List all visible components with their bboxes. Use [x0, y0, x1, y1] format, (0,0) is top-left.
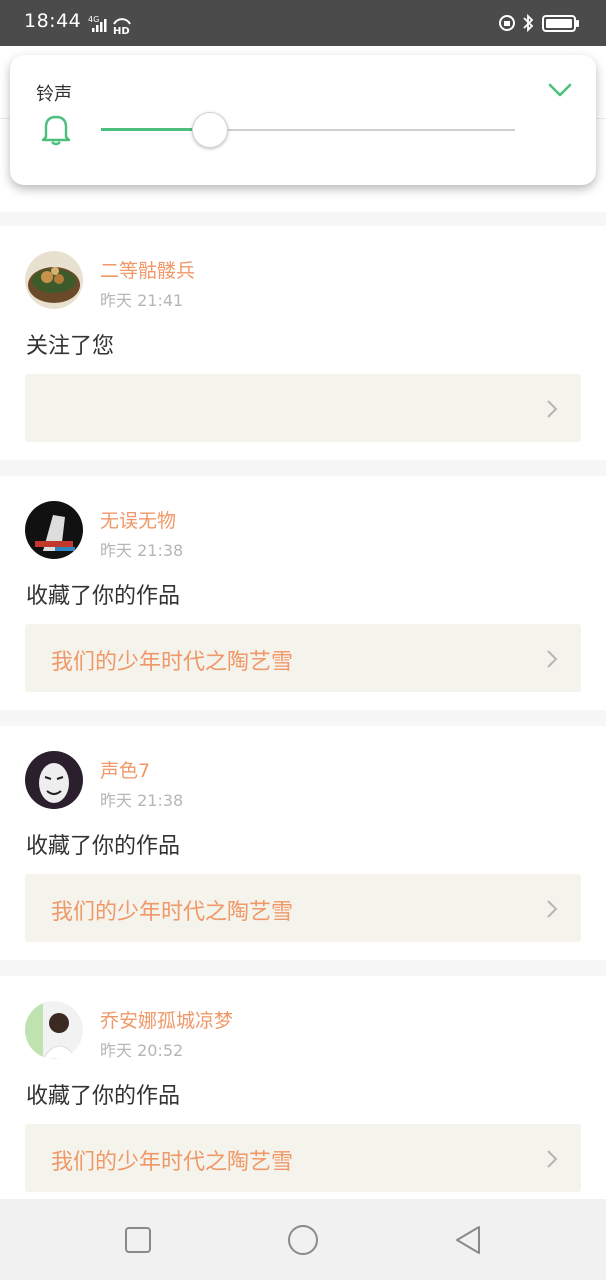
username[interactable]: 无误无物 [100, 506, 176, 533]
work-link[interactable]: 我们的少年时代之陶艺雪 [25, 1124, 581, 1192]
home-icon[interactable] [286, 1223, 320, 1257]
volume-slider[interactable] [101, 112, 515, 148]
recent-apps-icon[interactable] [121, 1223, 155, 1257]
chevron-right-icon [547, 1150, 558, 1168]
volume-label: 铃声 [36, 84, 72, 105]
username[interactable]: 二等骷髅兵 [100, 256, 195, 283]
username[interactable]: 声色7 [100, 756, 150, 783]
chevron-down-icon[interactable] [547, 80, 573, 100]
system-nav-bar [0, 1199, 606, 1280]
username[interactable]: 乔安娜孤城凉梦 [100, 1006, 233, 1033]
status-bar: 18:44 4G HD [0, 0, 606, 46]
work-title: 我们的少年时代之陶艺雪 [51, 900, 294, 925]
action-text: 收藏了你的作品 [26, 584, 181, 609]
timestamp: 昨天 21:38 [100, 541, 184, 560]
status-time: 18:44 [24, 10, 82, 32]
avatar[interactable] [25, 251, 83, 309]
list-item: 二等骷髅兵 昨天 21:41 关注了您 [0, 226, 606, 460]
chevron-right-icon [547, 650, 558, 668]
slider-thumb[interactable] [191, 112, 228, 148]
list-item: 乔安娜孤城凉梦 昨天 20:52 收藏了你的作品 我们的少年时代之陶艺雪 [0, 976, 606, 1210]
work-title: 我们的少年时代之陶艺雪 [51, 1150, 294, 1175]
action-text: 关注了您 [26, 334, 115, 359]
hd-indicator: HD [113, 26, 130, 36]
work-title: 我们的少年时代之陶艺雪 [51, 650, 294, 675]
avatar[interactable] [25, 1001, 83, 1059]
timestamp: 昨天 20:52 [100, 1041, 184, 1060]
timestamp: 昨天 21:38 [100, 791, 184, 810]
back-icon[interactable] [451, 1223, 485, 1257]
chevron-right-icon [547, 400, 558, 418]
network-type: 4G [88, 15, 99, 24]
avatar[interactable] [25, 751, 83, 809]
work-link[interactable]: 我们的少年时代之陶艺雪 [25, 874, 581, 942]
list-item: 无误无物 昨天 21:38 收藏了你的作品 我们的少年时代之陶艺雪 [0, 476, 606, 710]
work-link[interactable]: 我们的少年时代之陶艺雪 [25, 624, 581, 692]
timestamp: 昨天 21:41 [100, 291, 184, 310]
volume-popup: 铃声 [10, 55, 596, 185]
alarm-icon [499, 15, 515, 31]
chevron-right-icon [547, 900, 558, 918]
bluetooth-icon [523, 13, 534, 33]
action-text: 收藏了你的作品 [26, 1084, 181, 1109]
action-text: 收藏了你的作品 [26, 834, 181, 859]
avatar[interactable] [25, 501, 83, 559]
battery-icon [542, 15, 579, 32]
signal-icon: 4G HD [88, 12, 136, 37]
list-item: 声色7 昨天 21:38 收藏了你的作品 我们的少年时代之陶艺雪 [0, 726, 606, 960]
bell-icon[interactable] [38, 111, 74, 147]
work-link[interactable] [25, 374, 581, 442]
